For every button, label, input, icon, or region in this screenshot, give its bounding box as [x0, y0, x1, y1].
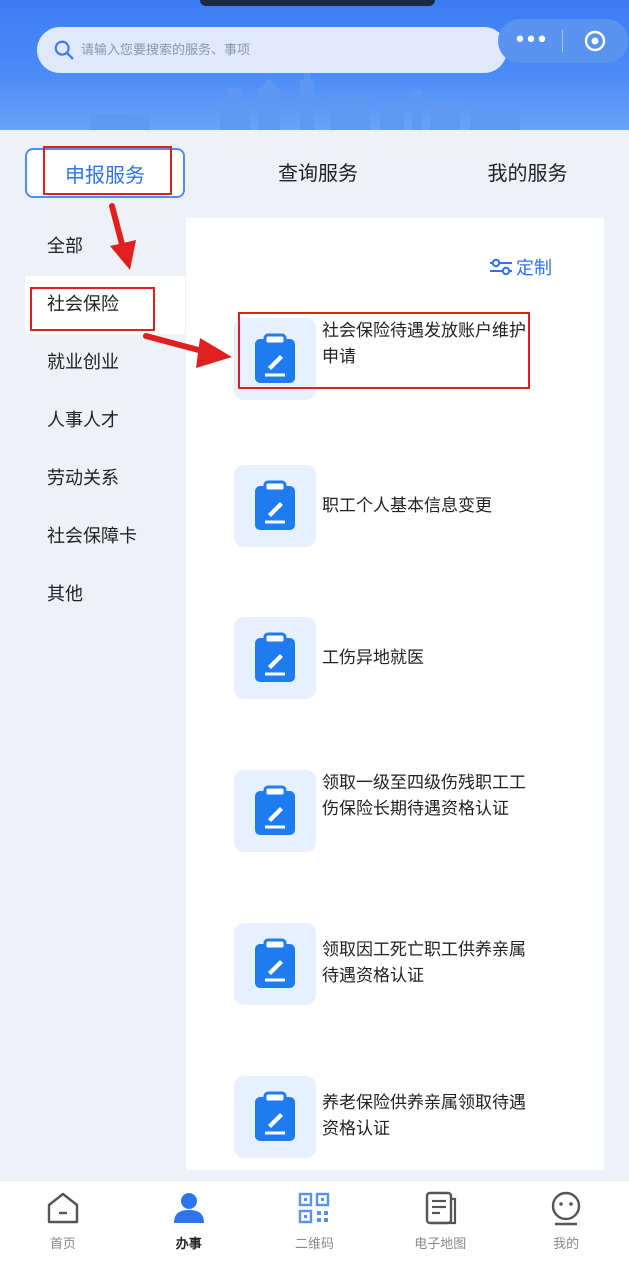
search-icon: [54, 40, 74, 60]
city-skyline-decoration: [90, 70, 520, 130]
clipboard-edit-icon: [255, 1091, 295, 1141]
sliders-icon: [490, 258, 512, 276]
bottom-tab-bar: 首页 办事 二维码 电子地图 我的: [0, 1180, 629, 1272]
nav-home[interactable]: 首页: [0, 1181, 126, 1272]
service-item-label: 养老保险供养亲属领取待遇资格认证: [322, 1093, 526, 1139]
miniapp-capsule: •••: [498, 19, 628, 63]
home-icon: [47, 1192, 79, 1224]
person-icon: [173, 1193, 204, 1223]
tab-query-service[interactable]: 查询服务: [258, 148, 378, 198]
category-item-other[interactable]: 其他: [25, 566, 185, 624]
service-item[interactable]: 领取一级至四级伤残职工工伤保险长期待遇资格认证: [234, 770, 574, 852]
header-banner: •••: [0, 0, 629, 130]
customize-button[interactable]: 定制: [488, 254, 552, 280]
service-item-label: 领取因工死亡职工供养亲属待遇资格认证: [322, 940, 526, 986]
tab-my-service[interactable]: 我的服务: [470, 148, 585, 198]
annotation-box-social-insurance: [30, 287, 155, 331]
customize-label: 定制: [516, 258, 552, 279]
service-item[interactable]: 养老保险供养亲属领取待遇资格认证: [234, 1076, 574, 1158]
category-item-social-security-card[interactable]: 社会保障卡: [25, 508, 185, 566]
nav-qrcode-label: 二维码: [294, 1237, 334, 1252]
service-item-label: 职工个人基本信息变更: [322, 496, 492, 516]
clipboard-edit-icon: [255, 938, 295, 988]
nav-e-map[interactable]: 电子地图: [377, 1181, 503, 1272]
nav-services[interactable]: 办事: [126, 1181, 252, 1272]
annotation-box-declare-tab: [43, 146, 172, 195]
service-item-label: 工伤异地就医: [322, 648, 424, 668]
smiley-icon: [551, 1191, 581, 1226]
category-item-all[interactable]: 全部: [25, 218, 185, 276]
nav-mine[interactable]: 我的: [503, 1181, 629, 1272]
category-item-employment[interactable]: 就业创业: [25, 334, 185, 392]
service-item[interactable]: 职工个人基本信息变更: [234, 465, 574, 547]
nav-home-label: 首页: [49, 1237, 76, 1252]
service-icon-box: [234, 617, 316, 699]
category-sidebar: 全部 社会保险 就业创业 人事人才 劳动关系 社会保障卡 其他: [25, 218, 185, 624]
service-item-label: 领取一级至四级伤残职工工伤保险长期待遇资格认证: [322, 773, 526, 819]
clipboard-edit-icon: [255, 480, 295, 530]
target-icon: [584, 30, 606, 52]
clipboard-edit-icon: [255, 632, 295, 682]
service-icon-box: [234, 770, 316, 852]
clipboard-edit-icon: [255, 785, 295, 835]
category-item-labor-relations[interactable]: 劳动关系: [25, 450, 185, 508]
nav-services-label: 办事: [175, 1237, 202, 1252]
close-miniapp-button[interactable]: [563, 29, 627, 53]
service-icon-box: [234, 923, 316, 1005]
service-item[interactable]: 工伤异地就医: [234, 617, 574, 699]
more-menu-button[interactable]: •••: [498, 19, 562, 63]
category-item-personnel[interactable]: 人事人才: [25, 392, 185, 450]
service-icon-box: [234, 1076, 316, 1158]
service-icon-box: [234, 465, 316, 547]
annotation-box-first-service: [238, 312, 530, 389]
nav-qrcode[interactable]: 二维码: [252, 1181, 378, 1272]
service-item[interactable]: 领取因工死亡职工供养亲属待遇资格认证: [234, 923, 574, 1005]
nav-e-map-label: 电子地图: [414, 1237, 467, 1252]
status-notch: [200, 0, 435, 6]
search-bar[interactable]: [37, 27, 507, 73]
map-doc-icon: [426, 1191, 457, 1225]
search-input[interactable]: [81, 42, 461, 58]
nav-mine-label: 我的: [553, 1237, 580, 1252]
qrcode-icon: [299, 1192, 330, 1224]
